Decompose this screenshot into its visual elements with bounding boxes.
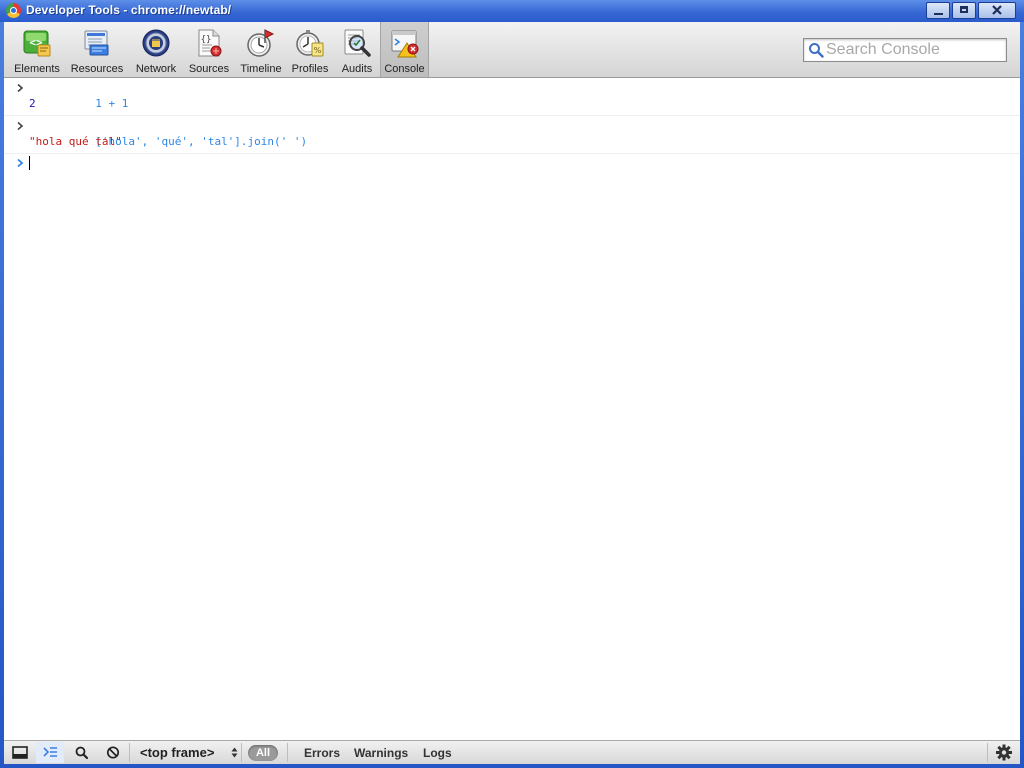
tab-label: Console: [384, 63, 425, 75]
tab-console[interactable]: Console: [380, 22, 429, 77]
title-bar[interactable]: Developer Tools - chrome://newtab/: [0, 0, 1024, 22]
result-text: "hola qué tal": [29, 135, 122, 148]
updown-arrows-icon: [231, 747, 238, 758]
close-button[interactable]: [978, 2, 1016, 19]
tab-label: Elements: [14, 63, 60, 75]
profiles-icon: %: [296, 30, 324, 57]
filter-errors-button[interactable]: Errors: [304, 745, 340, 761]
tab-resources[interactable]: Resources: [66, 24, 128, 76]
divider: [287, 743, 288, 762]
maximize-button[interactable]: [952, 2, 976, 19]
text-caret: [29, 156, 30, 170]
command-chevron-icon: [17, 121, 24, 131]
clear-icon: [106, 746, 120, 759]
dock-toggle-button[interactable]: [6, 742, 34, 763]
tab-audits[interactable]: Audits: [337, 24, 377, 76]
tab-network[interactable]: Network: [132, 24, 180, 76]
timeline-icon: [247, 29, 275, 57]
status-bar: <top frame> All Errors Warnings Logs: [4, 740, 1020, 764]
chrome-icon: [6, 3, 21, 18]
svg-text:{}: {}: [201, 35, 212, 45]
panel-toolbar: <> Elements Resources Network {} Sources…: [4, 22, 1020, 78]
console-drawer-icon: [43, 747, 57, 757]
divider: [987, 743, 988, 762]
tab-label: Audits: [341, 63, 373, 75]
sources-icon: {}: [198, 29, 222, 57]
command-line: ['hola', 'qué', 'tal'].join(' '): [4, 118, 1020, 148]
frame-selector-value: <top frame>: [140, 745, 215, 760]
search-console-box[interactable]: [803, 38, 1007, 62]
filter-all-button[interactable]: All: [248, 745, 278, 761]
command-chevron-icon: [17, 83, 24, 93]
tab-label: Profiles: [291, 63, 329, 75]
prompt-chevron-icon: [17, 158, 24, 168]
search-icon: [75, 746, 89, 760]
divider: [129, 743, 130, 762]
dock-icon: [12, 746, 28, 759]
result-text: 2: [29, 97, 36, 110]
window-title: Developer Tools - chrome://newtab/: [26, 3, 232, 17]
tab-label: Timeline: [240, 63, 282, 75]
devtools-window: Developer Tools - chrome://newtab/ <> El…: [0, 0, 1024, 768]
tab-label: Resources: [70, 63, 124, 75]
show-console-drawer-button[interactable]: [36, 742, 64, 763]
clear-console-button[interactable]: [99, 742, 127, 763]
elements-icon: <>: [23, 30, 51, 57]
tab-label: Network: [135, 63, 177, 75]
search-input[interactable]: [826, 40, 1002, 60]
svg-text:%: %: [314, 46, 322, 55]
console-icon: [391, 30, 418, 58]
settings-button[interactable]: [990, 742, 1018, 763]
tab-label: Sources: [188, 63, 230, 75]
minimize-button[interactable]: [926, 2, 950, 19]
result-line: "hola qué tal": [4, 134, 1020, 150]
audits-icon: [344, 29, 371, 57]
tab-profiles[interactable]: % Profiles: [288, 24, 332, 76]
tab-sources[interactable]: {} Sources: [185, 24, 233, 76]
console-prompt[interactable]: [4, 154, 1020, 172]
result-line: 2: [4, 96, 1020, 112]
console-entry: 1 + 1 2: [4, 78, 1020, 116]
devtools-client: <> Elements Resources Network {} Sources…: [4, 22, 1020, 764]
command-line: 1 + 1: [4, 80, 1020, 110]
resources-icon: [84, 30, 109, 56]
tab-elements[interactable]: <> Elements: [12, 24, 62, 76]
console-messages[interactable]: 1 + 1 2 ['hola', 'qué', 'tal'].join(' ')…: [4, 78, 1020, 740]
tab-timeline[interactable]: Timeline: [238, 24, 284, 76]
search-icon: [809, 43, 824, 58]
network-icon: [142, 29, 170, 57]
divider: [241, 743, 242, 762]
filter-warnings-button[interactable]: Warnings: [354, 745, 408, 761]
filter-logs-button[interactable]: Logs: [423, 745, 452, 761]
frame-selector[interactable]: <top frame>: [134, 744, 240, 761]
close-icon: [992, 5, 1002, 15]
console-entry: ['hola', 'qué', 'tal'].join(' ') "hola q…: [4, 116, 1020, 154]
find-button[interactable]: [68, 742, 96, 763]
gear-icon: [996, 744, 1012, 761]
